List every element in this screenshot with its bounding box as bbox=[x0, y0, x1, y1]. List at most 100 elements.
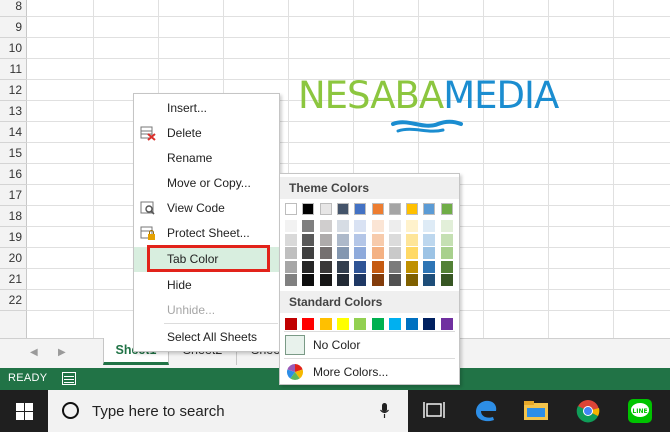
row-header[interactable]: 18 bbox=[0, 206, 27, 227]
theme-color-swatch[interactable] bbox=[371, 260, 384, 273]
theme-color-swatch[interactable] bbox=[423, 220, 436, 232]
theme-color-swatch[interactable] bbox=[423, 260, 436, 273]
taskbar-search-box[interactable]: Type here to search bbox=[48, 390, 408, 432]
start-button[interactable] bbox=[0, 390, 48, 432]
theme-color-swatch[interactable] bbox=[388, 233, 401, 246]
theme-color-swatch[interactable] bbox=[371, 233, 384, 246]
standard-color-swatch[interactable] bbox=[285, 318, 297, 330]
row-header[interactable]: 10 bbox=[0, 38, 27, 59]
theme-color-swatch[interactable] bbox=[302, 233, 315, 246]
row-header[interactable]: 14 bbox=[0, 122, 27, 143]
theme-color-swatch[interactable] bbox=[285, 247, 297, 259]
theme-color-swatch[interactable] bbox=[423, 247, 436, 259]
row-header[interactable]: 21 bbox=[0, 269, 27, 290]
row-header[interactable]: 22 bbox=[0, 290, 27, 311]
theme-color-swatch[interactable] bbox=[319, 247, 332, 259]
more-colors-item[interactable]: More Colors... bbox=[280, 360, 459, 384]
theme-color-swatch[interactable] bbox=[336, 260, 349, 273]
task-view-icon[interactable] bbox=[412, 390, 456, 432]
theme-color-swatch[interactable] bbox=[354, 274, 367, 286]
file-explorer-icon[interactable] bbox=[514, 390, 558, 432]
theme-color-swatch[interactable] bbox=[285, 220, 297, 232]
theme-color-swatch[interactable] bbox=[371, 203, 384, 215]
theme-color-swatch[interactable] bbox=[354, 220, 367, 232]
line-app-icon[interactable]: LINE bbox=[618, 390, 662, 432]
theme-color-swatch[interactable] bbox=[440, 274, 453, 286]
theme-color-swatch[interactable] bbox=[388, 220, 401, 232]
standard-color-swatch[interactable] bbox=[388, 318, 401, 330]
theme-color-swatch[interactable] bbox=[388, 247, 401, 259]
theme-color-swatch[interactable] bbox=[302, 203, 315, 215]
standard-color-swatch[interactable] bbox=[302, 318, 315, 330]
theme-color-swatch[interactable] bbox=[423, 203, 436, 215]
row-header[interactable]: 15 bbox=[0, 143, 27, 164]
theme-color-swatch[interactable] bbox=[302, 220, 315, 232]
theme-color-swatch[interactable] bbox=[336, 220, 349, 232]
scroll-right-icon[interactable]: ▶ bbox=[58, 347, 66, 358]
theme-color-swatch[interactable] bbox=[440, 233, 453, 246]
theme-color-swatch[interactable] bbox=[406, 274, 419, 286]
standard-color-swatch[interactable] bbox=[440, 318, 453, 330]
theme-color-swatch[interactable] bbox=[406, 203, 419, 215]
theme-color-swatch[interactable] bbox=[285, 203, 297, 215]
theme-color-swatch[interactable] bbox=[319, 274, 332, 286]
theme-color-swatch[interactable] bbox=[423, 233, 436, 246]
menu-item-view-code[interactable]: View Code bbox=[134, 196, 279, 221]
menu-item-hide[interactable]: Hide bbox=[134, 273, 279, 298]
menu-item-move-or-copy[interactable]: Move or Copy... bbox=[134, 171, 279, 196]
theme-color-swatch[interactable] bbox=[423, 274, 436, 286]
theme-color-swatch[interactable] bbox=[336, 233, 349, 246]
scroll-left-icon[interactable]: ◀ bbox=[30, 347, 38, 358]
standard-color-swatch[interactable] bbox=[354, 318, 367, 330]
theme-color-swatch[interactable] bbox=[336, 247, 349, 259]
menu-item-delete[interactable]: Delete bbox=[134, 121, 279, 146]
theme-color-swatch[interactable] bbox=[285, 260, 297, 273]
theme-color-swatch[interactable] bbox=[302, 274, 315, 286]
theme-color-swatch[interactable] bbox=[406, 233, 419, 246]
theme-color-swatch[interactable] bbox=[354, 233, 367, 246]
row-header[interactable]: 17 bbox=[0, 185, 27, 206]
theme-color-swatch[interactable] bbox=[354, 247, 367, 259]
theme-color-swatch[interactable] bbox=[285, 274, 297, 286]
row-header[interactable]: 20 bbox=[0, 248, 27, 269]
row-header[interactable]: 9 bbox=[0, 17, 27, 38]
theme-color-swatch[interactable] bbox=[371, 247, 384, 259]
row-header[interactable]: 16 bbox=[0, 164, 27, 185]
theme-color-swatch[interactable] bbox=[440, 260, 453, 273]
theme-color-swatch[interactable] bbox=[388, 260, 401, 273]
microphone-icon[interactable] bbox=[380, 403, 389, 419]
standard-color-swatch[interactable] bbox=[406, 318, 419, 330]
menu-item-select-all-sheets[interactable]: Select All Sheets bbox=[134, 325, 279, 350]
theme-color-swatch[interactable] bbox=[285, 233, 297, 246]
no-color-item[interactable]: No Color bbox=[280, 333, 459, 357]
menu-item-insert[interactable]: Insert... bbox=[134, 96, 279, 121]
chrome-icon[interactable] bbox=[566, 390, 610, 432]
theme-color-swatch[interactable] bbox=[388, 274, 401, 286]
theme-color-swatch[interactable] bbox=[336, 203, 349, 215]
row-header[interactable]: 19 bbox=[0, 227, 27, 248]
row-header[interactable]: 12 bbox=[0, 80, 27, 101]
theme-color-swatch[interactable] bbox=[319, 233, 332, 246]
theme-color-swatch[interactable] bbox=[302, 260, 315, 273]
standard-color-swatch[interactable] bbox=[336, 318, 349, 330]
standard-color-swatch[interactable] bbox=[371, 318, 384, 330]
theme-color-swatch[interactable] bbox=[371, 220, 384, 232]
theme-color-swatch[interactable] bbox=[388, 203, 401, 215]
menu-item-protect-sheet[interactable]: Protect Sheet... bbox=[134, 221, 279, 246]
theme-color-swatch[interactable] bbox=[371, 274, 384, 286]
menu-item-unhide[interactable]: Unhide... bbox=[134, 298, 279, 323]
theme-color-swatch[interactable] bbox=[406, 220, 419, 232]
theme-color-swatch[interactable] bbox=[354, 203, 367, 215]
theme-color-swatch[interactable] bbox=[440, 203, 453, 215]
standard-color-swatch[interactable] bbox=[423, 318, 436, 330]
theme-color-swatch[interactable] bbox=[319, 203, 332, 215]
row-header[interactable]: 13 bbox=[0, 101, 27, 122]
theme-color-swatch[interactable] bbox=[319, 260, 332, 273]
theme-color-swatch[interactable] bbox=[354, 260, 367, 273]
theme-color-swatch[interactable] bbox=[319, 220, 332, 232]
theme-color-swatch[interactable] bbox=[406, 247, 419, 259]
theme-color-swatch[interactable] bbox=[440, 220, 453, 232]
theme-color-swatch[interactable] bbox=[336, 274, 349, 286]
menu-item-rename[interactable]: Rename bbox=[134, 146, 279, 171]
standard-color-swatch[interactable] bbox=[319, 318, 332, 330]
